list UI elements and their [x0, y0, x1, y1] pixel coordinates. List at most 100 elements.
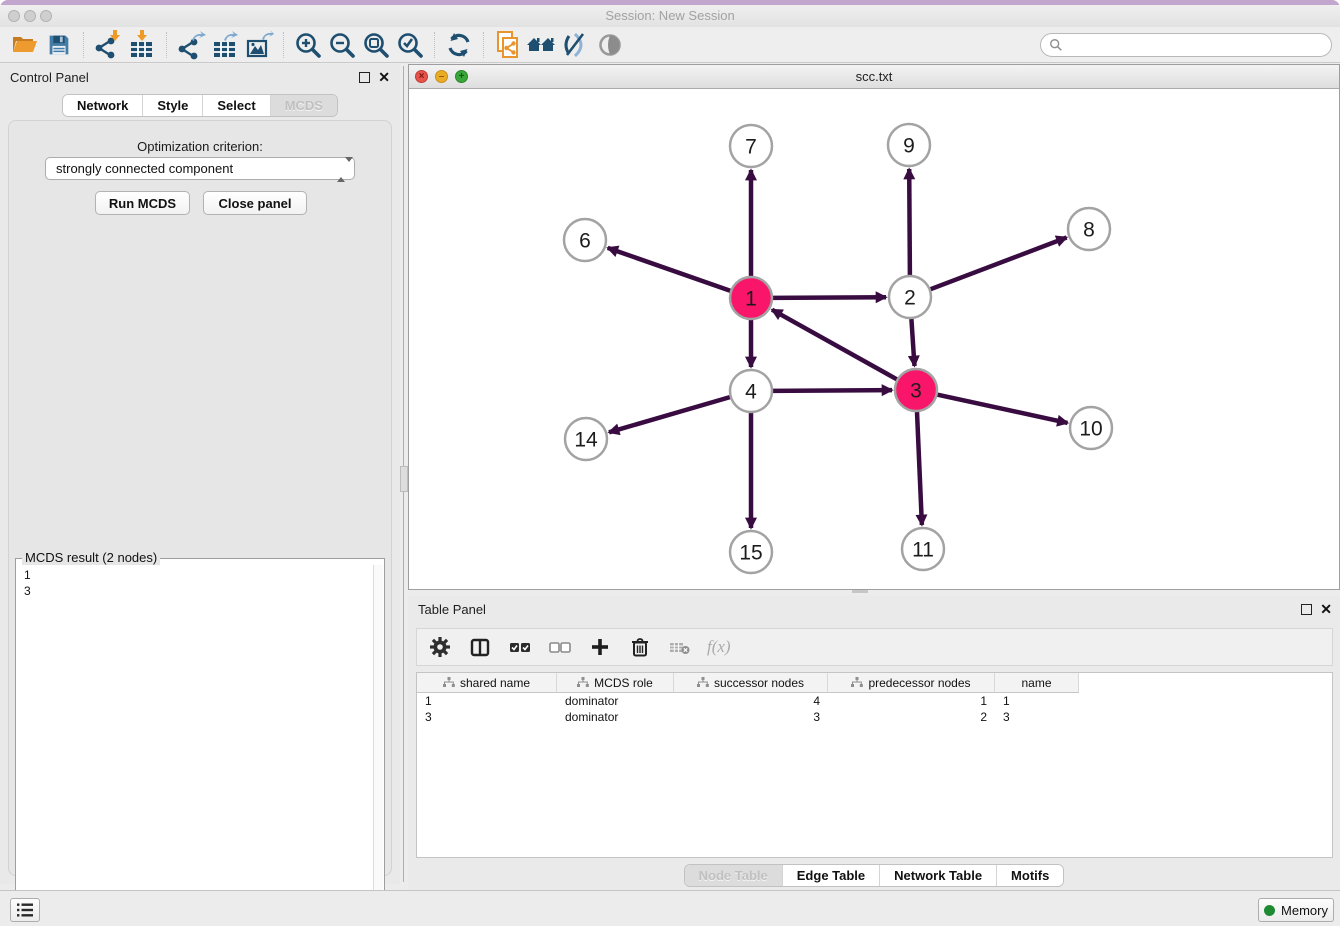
- network-graph[interactable]: 7 9 6 8 1 2 4 3 14 10 15 11: [409, 89, 1339, 589]
- delete-column-button[interactable]: [627, 634, 653, 660]
- graph-node-8[interactable]: 8: [1068, 208, 1110, 250]
- graph-node-10[interactable]: 10: [1070, 407, 1112, 449]
- column-header-successor-nodes[interactable]: successor nodes: [674, 673, 828, 693]
- graph-node-2[interactable]: 2: [889, 276, 931, 318]
- graph-node-1[interactable]: 1: [730, 277, 772, 319]
- table-cell[interactable]: 4: [674, 693, 828, 709]
- table-cell[interactable]: 2: [828, 709, 995, 725]
- column-header-name[interactable]: name: [995, 673, 1079, 693]
- table-row[interactable]: 3dominator323: [417, 709, 1332, 725]
- graph-node-11[interactable]: 11: [902, 528, 944, 570]
- tab-select[interactable]: Select: [202, 95, 269, 116]
- table-cell[interactable]: 3: [995, 709, 1079, 725]
- first-neighbors-button[interactable]: [525, 29, 559, 61]
- tab-network[interactable]: Network: [63, 95, 142, 116]
- graph-node-15[interactable]: 15: [730, 531, 772, 573]
- export-table-button[interactable]: [208, 29, 242, 61]
- network-canvas[interactable]: 7 9 6 8 1 2 4 3 14 10 15 11: [409, 89, 1339, 589]
- graph-edge-4-14[interactable]: [609, 397, 730, 432]
- tab-style[interactable]: Style: [142, 95, 202, 116]
- fit-content-button[interactable]: [359, 29, 393, 61]
- graph-edge-2-3[interactable]: [911, 319, 914, 366]
- svg-text:7: 7: [745, 135, 757, 158]
- table-cell[interactable]: 1: [995, 693, 1079, 709]
- table-cell[interactable]: dominator: [557, 693, 674, 709]
- splitter-grip[interactable]: [400, 466, 408, 492]
- memory-status-icon: [1264, 905, 1275, 916]
- select-all-rows-button[interactable]: [507, 634, 533, 660]
- graph-node-9[interactable]: 9: [888, 124, 930, 166]
- graph-node-4[interactable]: 4: [730, 370, 772, 412]
- column-type-icon: [851, 677, 863, 688]
- import-network-icon: [93, 30, 123, 60]
- table-tab-node-table[interactable]: Node Table: [685, 865, 782, 886]
- export-table-icon: [210, 30, 240, 60]
- close-table-panel-icon[interactable]: ✕: [1320, 601, 1332, 618]
- zoom-in-icon: [293, 30, 323, 60]
- table-cell[interactable]: 1: [417, 693, 557, 709]
- refresh-icon: [444, 30, 474, 60]
- close-panel-button[interactable]: Close panel: [203, 191, 307, 215]
- horizontal-splitter-grip[interactable]: [852, 590, 868, 593]
- column-header-shared-name[interactable]: shared name: [417, 673, 557, 693]
- table-cell[interactable]: 1: [828, 693, 995, 709]
- table-tab-edge-table[interactable]: Edge Table: [782, 865, 879, 886]
- fit-selected-button[interactable]: [393, 29, 427, 61]
- show-columns-button[interactable]: [467, 634, 493, 660]
- column-header-MCDS-role[interactable]: MCDS role: [557, 673, 674, 693]
- hide-graphics-details-button[interactable]: [559, 29, 593, 61]
- table-row[interactable]: 1dominator411: [417, 693, 1332, 709]
- graph-edge-3-10[interactable]: [938, 395, 1068, 423]
- table-cell[interactable]: dominator: [557, 709, 674, 725]
- memory-button[interactable]: Memory: [1258, 898, 1334, 922]
- zoom-out-button[interactable]: [325, 29, 359, 61]
- graph-node-14[interactable]: 14: [565, 418, 607, 460]
- graph-edge-2-8[interactable]: [931, 238, 1067, 290]
- table-options-button[interactable]: [427, 634, 453, 660]
- float-table-panel-icon[interactable]: [1301, 604, 1312, 615]
- window-title: Session: New Session: [0, 8, 1340, 23]
- tab-mcds[interactable]: MCDS: [270, 95, 337, 116]
- graph-edge-1-2[interactable]: [773, 297, 886, 298]
- svg-text:6: 6: [579, 229, 591, 252]
- table-cell[interactable]: 3: [674, 709, 828, 725]
- graph-node-3[interactable]: 3: [895, 369, 937, 411]
- table-tab-motifs[interactable]: Motifs: [996, 865, 1063, 886]
- float-panel-icon[interactable]: [359, 72, 370, 83]
- close-panel-icon[interactable]: ✕: [378, 69, 390, 86]
- graph-edge-4-3[interactable]: [773, 390, 892, 391]
- graph-edge-2-9[interactable]: [909, 169, 910, 275]
- import-network-button[interactable]: [91, 29, 125, 61]
- graph-edge-1-6[interactable]: [608, 248, 731, 291]
- open-session-button[interactable]: [8, 29, 42, 61]
- new-network-from-selection-button[interactable]: [491, 29, 525, 61]
- show-graphics-details-button[interactable]: [593, 29, 627, 61]
- save-session-button[interactable]: [42, 29, 76, 61]
- vertical-splitter[interactable]: [400, 64, 408, 884]
- zoom-in-button[interactable]: [291, 29, 325, 61]
- table-tab-network-table[interactable]: Network Table: [879, 865, 996, 886]
- graph-node-7[interactable]: 7: [730, 125, 772, 167]
- result-scrollbar[interactable]: [373, 565, 383, 926]
- criterion-dropdown[interactable]: strongly connected component: [45, 157, 355, 180]
- deselect-all-rows-button[interactable]: [547, 634, 573, 660]
- svg-text:3: 3: [910, 379, 922, 402]
- search-field[interactable]: [1040, 33, 1332, 57]
- import-table-icon: [127, 30, 157, 60]
- refresh-view-button[interactable]: [442, 29, 476, 61]
- import-table-button[interactable]: [125, 29, 159, 61]
- network-window-titlebar[interactable]: × – + scc.txt: [409, 65, 1339, 89]
- create-column-button[interactable]: [587, 634, 613, 660]
- column-header-predecessor-nodes[interactable]: predecessor nodes: [828, 673, 995, 693]
- export-network-button[interactable]: [174, 29, 208, 61]
- title-bar: Session: New Session: [0, 5, 1340, 27]
- task-history-button[interactable]: [10, 898, 40, 922]
- list-icon: [16, 902, 34, 918]
- search-input[interactable]: [1063, 37, 1323, 54]
- graph-edge-3-11[interactable]: [917, 412, 922, 525]
- graph-edge-3-1[interactable]: [772, 310, 897, 380]
- graph-node-6[interactable]: 6: [564, 219, 606, 261]
- export-image-button[interactable]: [242, 29, 276, 61]
- table-cell[interactable]: 3: [417, 709, 557, 725]
- run-mcds-button[interactable]: Run MCDS: [95, 191, 190, 215]
